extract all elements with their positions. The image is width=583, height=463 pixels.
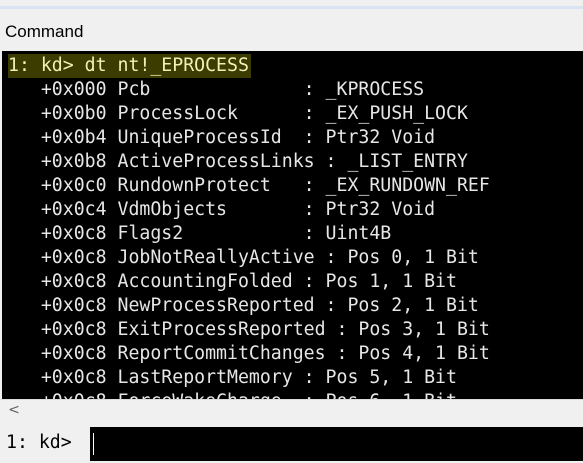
text-caret — [93, 433, 94, 455]
output-line: +0x0c8 AccountingFolded : Pos 1, 1 Bit — [8, 271, 457, 292]
output-line: +0x0c4 VdmObjects : Ptr32 Void — [8, 199, 436, 220]
chevron-left-icon[interactable]: < — [6, 401, 22, 419]
output-line: +0x0b8 ActiveProcessLinks : _LIST_ENTRY — [8, 151, 468, 172]
output-line: +0x0c8 ReportCommitChanges : Pos 4, 1 Bi… — [8, 343, 490, 364]
horizontal-scrollbar[interactable]: < — [0, 399, 583, 421]
output-line: +0x0c8 ExitProcessReported : Pos 3, 1 Bi… — [8, 319, 490, 340]
output-line: +0x0c8 NewProcessReported : Pos 2, 1 Bit — [8, 295, 479, 316]
output-line: +0x0c8 JobNotReallyActive : Pos 0, 1 Bit — [8, 247, 479, 268]
output-line-partial: +0x0c8 ForceWakeCharge : Pos 6, 1 Bit — [8, 390, 457, 399]
command-window: Command 1: kd> dt nt!_EPROCESS +0x000 Pc… — [0, 0, 583, 463]
title-accent-line — [0, 6, 583, 9]
command-input[interactable] — [90, 427, 583, 461]
command-output-pane[interactable]: 1: kd> dt nt!_EPROCESS +0x000 Pcb : _KPR… — [0, 51, 583, 399]
command-echo-line: 1: kd> dt nt!_EPROCESS — [8, 54, 251, 78]
prompt-label: 1: kd> — [6, 432, 72, 453]
output-line: +0x000 Pcb : _KPROCESS — [8, 79, 425, 100]
output-line: +0x0b0 ProcessLock : _EX_PUSH_LOCK — [8, 103, 468, 124]
command-prompt-bar: 1: kd> — [0, 423, 583, 463]
window-title: Command — [5, 22, 84, 41]
title-bar: Command — [0, 0, 583, 50]
output-line: +0x0c0 RundownProtect : _EX_RUNDOWN_REF — [8, 175, 490, 196]
output-line: +0x0c8 Flags2 : Uint4B — [8, 223, 392, 244]
output-line: +0x0b4 UniqueProcessId : Ptr32 Void — [8, 127, 436, 148]
output-line: +0x0c8 LastReportMemory : Pos 5, 1 Bit — [8, 367, 457, 388]
